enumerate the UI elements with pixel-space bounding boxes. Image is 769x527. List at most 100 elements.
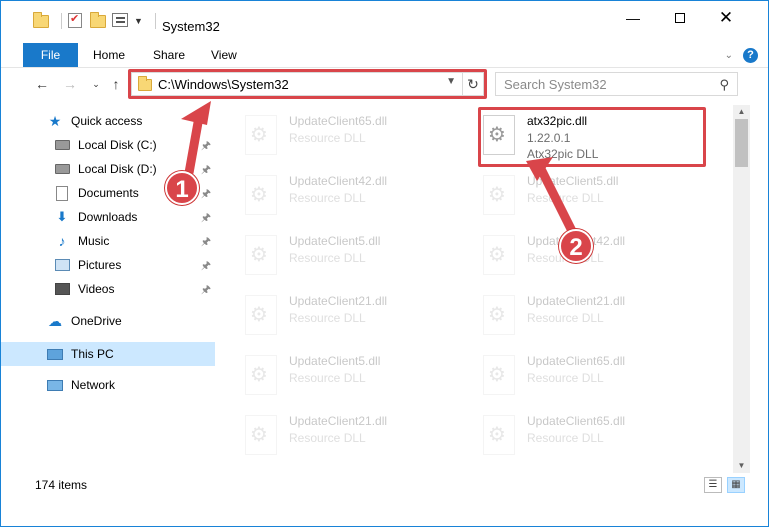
file-tile[interactable]: UpdateClient65.dll Resource DLL (219, 109, 449, 165)
file-tile[interactable]: UpdateClient5.dll Resource DLL (457, 169, 687, 225)
close-button[interactable]: ✕ (703, 1, 749, 35)
details-view-button[interactable]: ☰ (704, 477, 722, 493)
nav-item-quick-access[interactable]: ★ Quick access (1, 109, 219, 133)
search-input[interactable]: Search System32 (504, 77, 607, 92)
minimize-icon: — (626, 10, 640, 26)
pin-icon[interactable]: 🖈 (201, 281, 211, 300)
music-icon: ♪ (58, 233, 66, 249)
expand-ribbon-icon[interactable]: ⌄ (725, 50, 733, 61)
dll-file-icon (245, 175, 277, 215)
customize-view-icon[interactable] (112, 13, 128, 29)
file-type: Resource DLL (289, 251, 366, 265)
nav-item-videos[interactable]: Videos 🖈 (1, 277, 219, 301)
file-tile[interactable]: UpdateClient5.dll Resource DLL (219, 349, 449, 405)
nav-item-downloads[interactable]: ⬇ Downloads 🖈 (1, 205, 219, 229)
scroll-thumb[interactable] (735, 119, 748, 167)
tab-share[interactable]: Share (141, 43, 197, 67)
tiles-view-icon: ▦ (731, 479, 741, 490)
nav-item-label: Local Disk (C:) (78, 138, 157, 152)
file-name: UpdateClient5.dll (527, 174, 619, 188)
file-type: Resource DLL (527, 431, 604, 445)
file-tile[interactable]: UpdateClient21.dll Resource DLL (219, 409, 449, 465)
nav-item-local-disk-c[interactable]: Local Disk (C:) 🖈 (1, 133, 219, 157)
file-name: UpdateClient42.dll (289, 174, 388, 188)
file-tile[interactable]: UpdateClient42.dll Resource DLL (219, 169, 449, 225)
nav-item-onedrive[interactable]: ☁ OneDrive (1, 309, 219, 333)
chevron-down-icon: ⌄ (92, 79, 100, 89)
nav-item-label: OneDrive (71, 314, 122, 328)
callout-badge-1: 1 (165, 171, 199, 205)
dll-file-icon (245, 235, 277, 275)
nav-item-label: Pictures (78, 258, 122, 272)
up-button[interactable]: ↑ (105, 73, 127, 95)
vertical-scrollbar[interactable]: ▲ ▼ (733, 105, 750, 473)
search-icon: ⚲ (719, 77, 729, 92)
pin-icon[interactable]: 🖈 (201, 161, 211, 180)
pictures-icon (54, 257, 70, 273)
tab-home[interactable]: Home (81, 43, 137, 67)
file-type: Resource DLL (527, 371, 604, 385)
file-tile[interactable]: UpdateClient65.dll Resource DLL (457, 349, 687, 405)
scroll-up-icon[interactable]: ▲ (733, 105, 750, 119)
nav-item-music[interactable]: ♪ Music 🖈 (1, 229, 219, 253)
nav-item-label: Network (71, 378, 116, 392)
file-name: UpdateClient21.dll (289, 294, 388, 308)
pin-icon[interactable]: 🖈 (201, 233, 211, 252)
help-icon[interactable]: ? (743, 48, 758, 63)
properties-check-icon[interactable] (68, 12, 84, 29)
qa-dropdown-icon[interactable]: ▼ (134, 16, 143, 26)
maximize-button[interactable] (657, 1, 703, 35)
nav-item-this-pc[interactable]: This PC (1, 342, 215, 366)
search-box[interactable]: Search System32 ⚲ (495, 72, 738, 96)
file-type: Resource DLL (527, 191, 604, 205)
title-bar: ▼ System32 — ✕ (1, 1, 768, 40)
address-row: ← → ⌄ ↑ C:\Windows\System32 ▼ ↻ Search S… (1, 69, 768, 101)
network-icon (47, 377, 63, 393)
minimize-button[interactable]: — (610, 1, 656, 35)
details-view-icon: ☰ (708, 479, 718, 490)
cloud-icon: ☁ (48, 312, 62, 329)
nav-item-label: Local Disk (D:) (78, 162, 157, 176)
explorer-window: ▼ System32 — ✕ File Home Share View ⌄ ? … (0, 0, 769, 527)
tab-view[interactable]: View (199, 43, 249, 67)
folder-icon (33, 12, 49, 29)
file-name: UpdateClient65.dll (527, 414, 626, 428)
file-name: UpdateClient21.dll (527, 294, 626, 308)
ribbon-controls: ⌄ ? (725, 48, 758, 63)
dll-file-icon (483, 355, 515, 395)
tab-file[interactable]: File (23, 43, 78, 67)
pin-icon[interactable]: 🖈 (201, 257, 211, 276)
file-tile[interactable]: UpdateClient65.dll Resource DLL (457, 409, 687, 465)
scroll-down-icon[interactable]: ▼ (733, 459, 750, 473)
pin-icon[interactable]: 🖈 (201, 209, 211, 228)
recent-locations-button[interactable]: ⌄ (85, 73, 107, 95)
pin-icon[interactable]: 🖈 (201, 137, 211, 156)
file-tile[interactable]: UpdateClient21.dll Resource DLL (219, 289, 449, 345)
file-tile[interactable]: UpdateClient21.dll Resource DLL (457, 289, 687, 345)
file-list: UpdateClient65.dll Resource DLL UpdateCl… (219, 105, 733, 473)
toolbar-divider (154, 13, 156, 29)
file-name: UpdateClient5.dll (289, 354, 381, 368)
nav-item-pictures[interactable]: Pictures 🖈 (1, 253, 219, 277)
nav-item-network[interactable]: Network (1, 373, 219, 397)
nav-item-label: This PC (71, 347, 114, 361)
dll-file-icon (483, 175, 515, 215)
arrow-up-icon: ↑ (112, 76, 120, 92)
arrow-right-icon: → (63, 76, 77, 92)
back-button[interactable]: ← (31, 73, 53, 95)
file-name: UpdateClient5.dll (289, 234, 381, 248)
tiles-view-button[interactable]: ▦ (727, 477, 745, 493)
window-title: System32 (162, 19, 220, 34)
dll-file-icon (245, 115, 277, 155)
new-folder-icon[interactable] (90, 12, 106, 29)
drive-icon (54, 137, 70, 153)
toolbar-divider (61, 13, 62, 29)
navigation-pane: ★ Quick access Local Disk (C:) 🖈 Local D… (1, 105, 219, 473)
nav-item-label: Quick access (71, 114, 143, 128)
arrow-left-icon: ← (35, 76, 49, 92)
address-highlight-box (128, 69, 487, 99)
pin-icon[interactable]: 🖈 (201, 185, 211, 204)
forward-button[interactable]: → (59, 73, 81, 95)
status-bar: 174 items ☰ ▦ (1, 473, 768, 497)
file-tile[interactable]: UpdateClient5.dll Resource DLL (219, 229, 449, 285)
